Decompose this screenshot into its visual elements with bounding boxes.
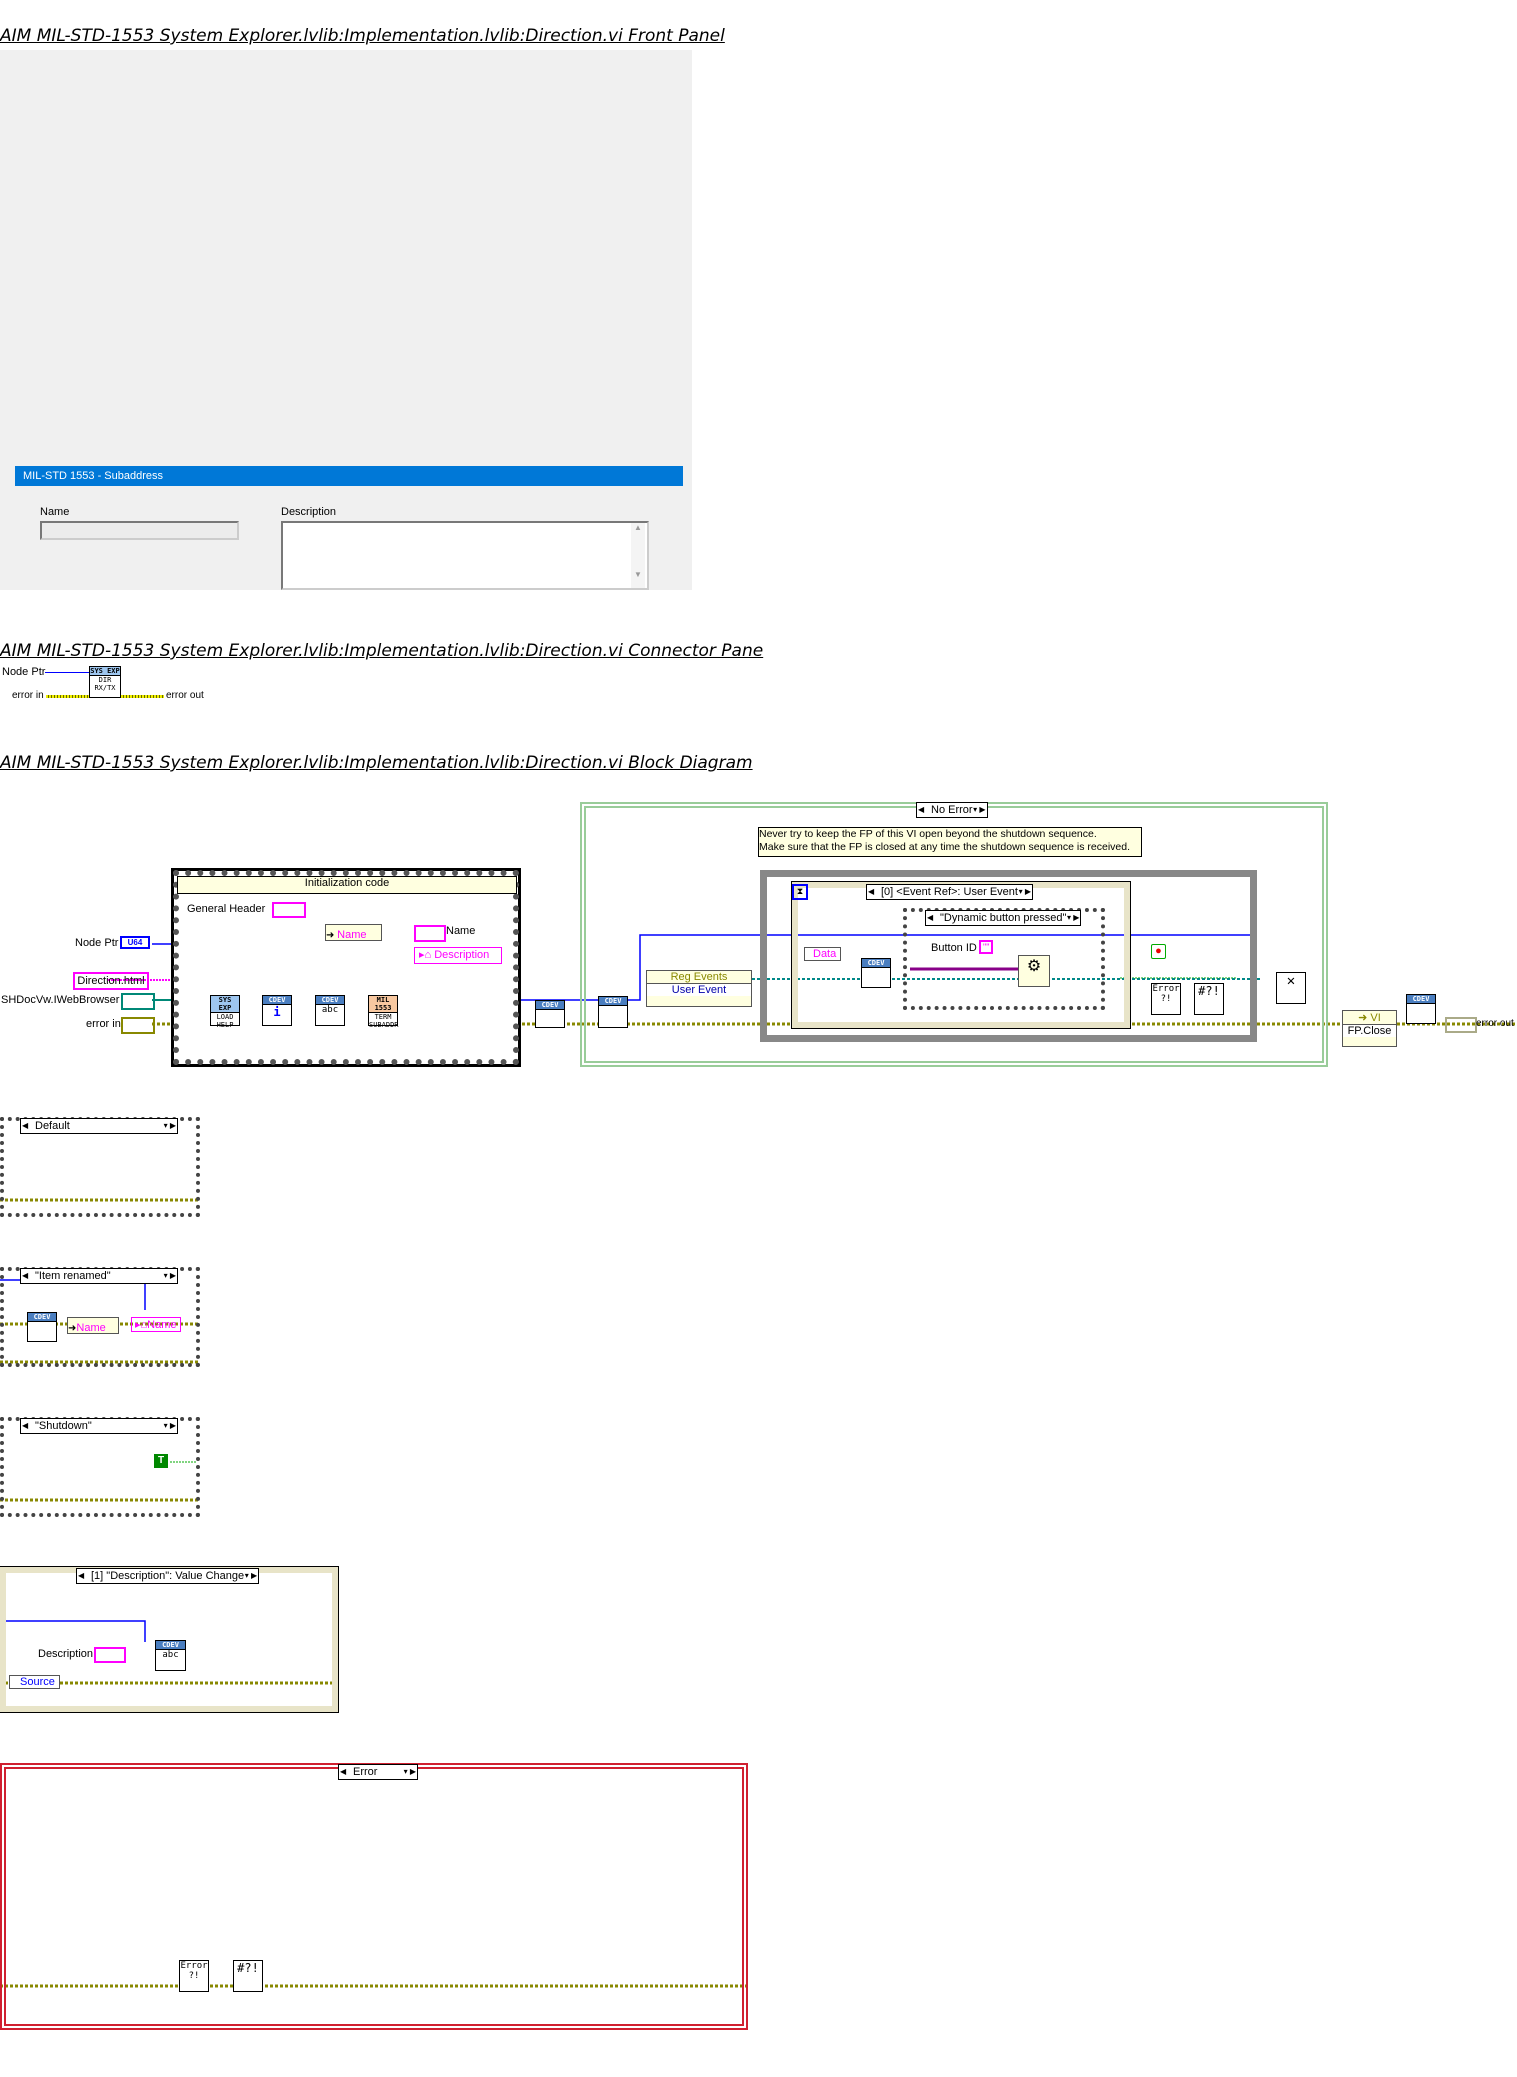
get-event-data-node: CDEV xyxy=(861,958,891,988)
lock-node: CDEV xyxy=(535,1000,565,1028)
webbrowser-label: SHDocVw.IWebBrowser xyxy=(1,994,120,1006)
error-in-label: error in xyxy=(86,1018,121,1030)
create-user-event-node: CDEV xyxy=(598,996,628,1028)
case-selector-shutdown[interactable]: "Shutdown" xyxy=(20,1418,178,1434)
true-constant: T xyxy=(154,1454,168,1468)
page: AIM MIL-STD-1553 System Explorer.lvlib:I… xyxy=(0,0,1517,2077)
timeout-icon: ⧗ xyxy=(792,884,808,900)
description-property-node: ▸⌂ Description xyxy=(414,947,502,964)
clear-errors-node: #?! xyxy=(233,1960,263,1992)
clear-errors-node: #?! xyxy=(1194,983,1224,1015)
event-selector[interactable]: [0] <Event Ref>: User Event xyxy=(866,884,1033,900)
button-id-constant: "" xyxy=(979,940,994,954)
case-selector[interactable]: No Error xyxy=(916,802,988,818)
error-out-label: error out xyxy=(1476,1018,1514,1029)
event-data-node: Data xyxy=(804,947,842,961)
init-sequence-frame xyxy=(171,868,521,1067)
register-events-node: Reg Events User Event xyxy=(646,970,752,1007)
error-in-control[interactable] xyxy=(121,1017,155,1034)
node-ptr-control[interactable]: U64 xyxy=(120,936,150,949)
get-string-node: CDEV abc xyxy=(315,995,345,1026)
webbrowser-refnum[interactable] xyxy=(121,993,155,1010)
event-selector-description[interactable]: [1] "Description": Value Change xyxy=(76,1568,260,1584)
name-indicator xyxy=(414,925,446,942)
description-terminal xyxy=(94,1647,126,1663)
term-subaddr-node: MIL 1553 TERM SUBADDR xyxy=(368,995,399,1029)
general-header-control[interactable] xyxy=(272,902,306,918)
unbundle-name: ➜ Name xyxy=(325,924,382,941)
general-header-label: General Header xyxy=(187,903,266,915)
get-info-node: CDEV xyxy=(27,1312,57,1342)
fp-close-node: ➜ VI FP.Close xyxy=(1342,1010,1397,1047)
error-dialog-node: Error?! xyxy=(1151,983,1181,1015)
comment: Never try to keep the FP of this VI open… xyxy=(758,827,1142,857)
destroy-user-event-node: ✕ xyxy=(1276,972,1306,1004)
name-indicator-label: Name xyxy=(446,925,476,937)
node-ptr-label: Node Ptr xyxy=(75,937,119,949)
inner-case-selector[interactable]: "Dynamic button pressed" xyxy=(925,910,1082,926)
name-property-node: ▸⌂Name xyxy=(131,1317,181,1332)
dynamic-button-node: ⚙ xyxy=(1018,955,1050,987)
event-source-node: Source xyxy=(9,1675,60,1689)
error-case-structure xyxy=(0,1763,748,2030)
direction-html-constant: Direction.html xyxy=(73,972,149,990)
get-info-node: CDEV i xyxy=(262,995,292,1026)
cdev-close-node: CDEV xyxy=(1406,994,1436,1024)
stop-icon: ● xyxy=(1151,944,1166,959)
description-terminal-label: Description xyxy=(38,1648,94,1660)
set-string-node: CDEV abc xyxy=(155,1640,186,1671)
info-icon: i xyxy=(273,1005,281,1019)
unbundle-name: ➜Name xyxy=(67,1317,119,1334)
error-dialog-node: Error?! xyxy=(179,1960,209,1992)
case-selector-error[interactable]: Error xyxy=(338,1764,418,1780)
init-frame-label: Initialization code xyxy=(177,876,517,894)
case-selector-item-renamed[interactable]: "Item renamed" xyxy=(20,1268,178,1284)
button-id-label: Button ID xyxy=(931,942,977,954)
load-help-node: SYS EXP LOAD HELP xyxy=(210,995,240,1029)
case-selector-default[interactable]: Default xyxy=(20,1118,178,1134)
error-out-indicator xyxy=(1445,1017,1477,1033)
